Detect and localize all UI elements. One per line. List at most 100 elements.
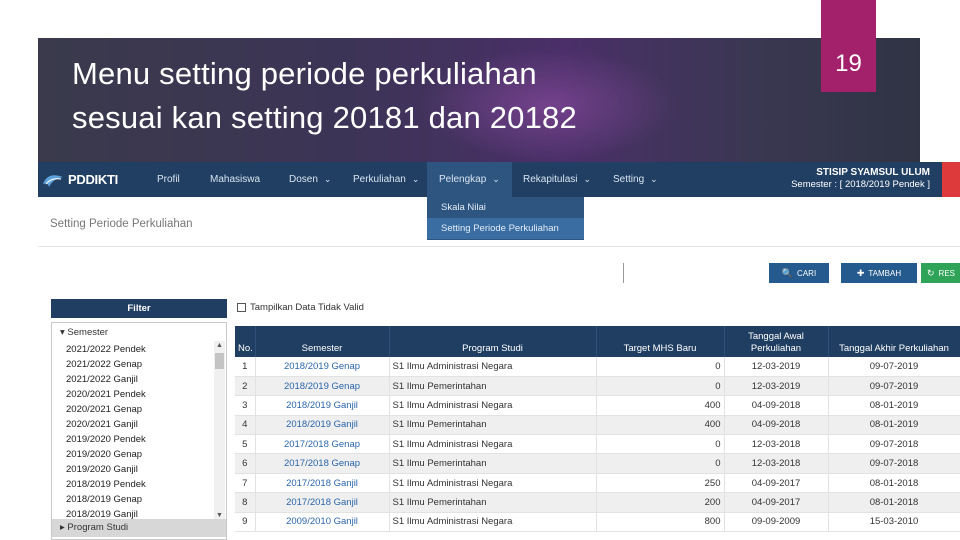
col-header-tanggal-akhir[interactable]: Tanggal Akhir Perkuliahan [828, 326, 960, 357]
col-header-target[interactable]: Target MHS Baru [596, 326, 725, 357]
table-cell: 3 [235, 395, 256, 416]
refresh-icon: ↻ [927, 267, 935, 278]
table-cell: 0 [596, 357, 725, 377]
table-cell: 250 [596, 473, 725, 494]
dropdown-item-skala-nilai[interactable]: Skala Nilai [427, 197, 584, 218]
nav-setting[interactable]: Setting ⌄ [613, 162, 658, 197]
semester-option[interactable]: 2018/2019 Pendek [66, 477, 206, 492]
table-cell: 0 [596, 453, 725, 474]
table-cell: S1 Ilmu Administrasi Negara [389, 357, 597, 377]
nav-mahasiswa[interactable]: Mahasiswa [210, 162, 260, 197]
pddikti-logo-icon [43, 174, 63, 187]
semester-link[interactable]: 2017/2018 Genap [255, 453, 390, 474]
table-cell: 04-09-2017 [724, 492, 829, 513]
scroll-thumb[interactable] [215, 353, 224, 369]
nav-label: Rekapitulasi [523, 174, 578, 185]
institution-name: STISIP SYAMSUL ULUM [816, 167, 930, 178]
invalid-data-checkbox[interactable] [237, 303, 246, 312]
nav-profil[interactable]: Profil [157, 162, 180, 197]
reset-button[interactable]: ↻ RES [921, 263, 960, 283]
nav-dosen[interactable]: Dosen ⌄ [289, 162, 331, 197]
table-cell: 200 [596, 492, 725, 513]
pelengkap-dropdown: Skala Nilai Setting Periode Perkuliahan [427, 197, 584, 240]
semester-option[interactable]: 2021/2022 Ganjil [66, 372, 206, 387]
semester-link[interactable]: 2009/2010 Ganjil [255, 512, 390, 533]
col-header-semester[interactable]: Semester [255, 326, 390, 357]
page-number: 19 [835, 50, 862, 77]
search-button-label: CARI [797, 268, 817, 278]
semester-option[interactable]: 2019/2020 Pendek [66, 432, 206, 447]
filter-scrollbar[interactable]: ▲ ▼ [214, 341, 225, 521]
filter-panel: ▾ Semester 2021/2022 Pendek 2021/2022 Gen… [51, 322, 227, 540]
slide: Menu setting periode perkuliahan sesuai … [0, 0, 960, 540]
table-row[interactable]: 1 2018/2019 Genap S1 Ilmu Administrasi Neg… [235, 357, 960, 377]
table-cell: 12-03-2019 [724, 376, 829, 397]
semester-link[interactable]: 2017/2018 Ganjil [255, 492, 390, 513]
semester-group[interactable]: ▾ Semester [60, 327, 108, 338]
table-header-row: No. Semester Program Studi Target MHS Ba… [235, 326, 960, 357]
table-cell: 6 [235, 453, 256, 474]
table-row[interactable]: 9 2009/2010 Ganjil S1 Ilmu Administrasi Ne… [235, 512, 960, 533]
table-cell: 04-09-2018 [724, 395, 829, 416]
table-cell: 5 [235, 434, 256, 455]
reset-button-label: RES [938, 268, 955, 278]
table-cell: 800 [596, 512, 725, 533]
table-row[interactable]: 8 2017/2018 Ganjil S1 Ilmu Pemerintahan 200… [235, 492, 960, 513]
search-icon: 🔍 [781, 267, 794, 278]
semester-link[interactable]: 2018/2019 Ganjil [255, 415, 390, 436]
semester-link[interactable]: 2018/2019 Genap [255, 376, 390, 397]
nav-rekapitulasi[interactable]: Rekapitulasi ⌄ [523, 162, 591, 197]
nav-label: Dosen [289, 174, 318, 185]
semester-list: 2021/2022 Pendek 2021/2022 Genap 2021/2022… [66, 342, 206, 522]
user-menu-button[interactable] [942, 162, 960, 197]
col-header-no[interactable]: No. [235, 326, 256, 357]
col-header-tanggal-awal[interactable]: Tanggal Awal Perkuliahan [724, 326, 829, 357]
table-cell: S1 Ilmu Pemerintahan [389, 453, 597, 474]
add-button-label: TAMBAH [868, 268, 902, 278]
add-button[interactable]: ✚ TAMBAH [841, 263, 917, 283]
table-cell: 08-01-2018 [828, 473, 960, 494]
table-cell: 04-09-2018 [724, 415, 829, 436]
table-row[interactable]: 4 2018/2019 Ganjil S1 Ilmu Pemerintahan 400… [235, 415, 960, 436]
table-row[interactable]: 3 2018/2019 Ganjil S1 Ilmu Administrasi Ne… [235, 395, 960, 416]
semester-option[interactable]: 2018/2019 Genap [66, 492, 206, 507]
table-cell: 09-07-2018 [828, 453, 960, 474]
semester-link[interactable]: 2018/2019 Ganjil [255, 395, 390, 416]
table-cell: 7 [235, 473, 256, 494]
search-button[interactable]: 🔍 CARI [769, 263, 829, 283]
table-cell: 08-01-2019 [828, 395, 960, 416]
table-row[interactable]: 6 2017/2018 Genap S1 Ilmu Pemerintahan 0 12-… [235, 453, 960, 474]
top-navbar: PDDIKTI Profil Mahasiswa Dosen ⌄ Perkulia… [38, 162, 960, 197]
semester-link[interactable]: 2017/2018 Genap [255, 434, 390, 455]
nav-label: Pelengkap [439, 174, 487, 185]
semester-link[interactable]: 2017/2018 Ganjil [255, 473, 390, 494]
semester-option[interactable]: 2019/2020 Genap [66, 447, 206, 462]
nav-perkuliahan[interactable]: Perkuliahan ⌄ [353, 162, 419, 197]
nav-pelengkap[interactable]: Pelengkap ⌄ [427, 162, 512, 197]
invalid-data-toggle[interactable]: Tampilkan Data Tidak Valid [237, 302, 364, 313]
table-row[interactable]: 5 2017/2018 Genap S1 Ilmu Administrasi Neg… [235, 434, 960, 455]
table-cell: 09-07-2019 [828, 357, 960, 377]
periode-table: No. Semester Program Studi Target MHS Ba… [235, 326, 960, 533]
col-header-program-studi[interactable]: Program Studi [389, 326, 597, 357]
table-row[interactable]: 2 2018/2019 Genap S1 Ilmu Pemerintahan 0 12-… [235, 376, 960, 397]
semester-option[interactable]: 2021/2022 Pendek [66, 342, 206, 357]
semester-link[interactable]: 2018/2019 Genap [255, 357, 390, 377]
dropdown-item-setting-periode[interactable]: Setting Periode Perkuliahan [427, 218, 584, 239]
semester-option[interactable]: 2020/2021 Ganjil [66, 417, 206, 432]
scroll-up-icon[interactable]: ▲ [214, 341, 225, 351]
semester-option[interactable]: 2020/2021 Pendek [66, 387, 206, 402]
program-studi-group[interactable]: ▸ Program Studi [52, 519, 226, 537]
active-semester: Semester : [ 2018/2019 Pendek ] [791, 179, 930, 190]
chevron-down-icon: ⌄ [650, 174, 658, 184]
semester-option[interactable]: 2020/2021 Genap [66, 402, 206, 417]
semester-option[interactable]: 2021/2022 Genap [66, 357, 206, 372]
table-cell: S1 Ilmu Pemerintahan [389, 492, 597, 513]
brand[interactable]: PDDIKTI [38, 162, 138, 197]
chevron-down-icon: ⌄ [583, 174, 592, 184]
table-cell: 08-01-2018 [828, 492, 960, 513]
table-cell: 9 [235, 512, 256, 533]
semester-option[interactable]: 2019/2020 Ganjil [66, 462, 206, 477]
table-cell: 0 [596, 434, 725, 455]
table-row[interactable]: 7 2017/2018 Ganjil S1 Ilmu Administrasi Ne… [235, 473, 960, 494]
